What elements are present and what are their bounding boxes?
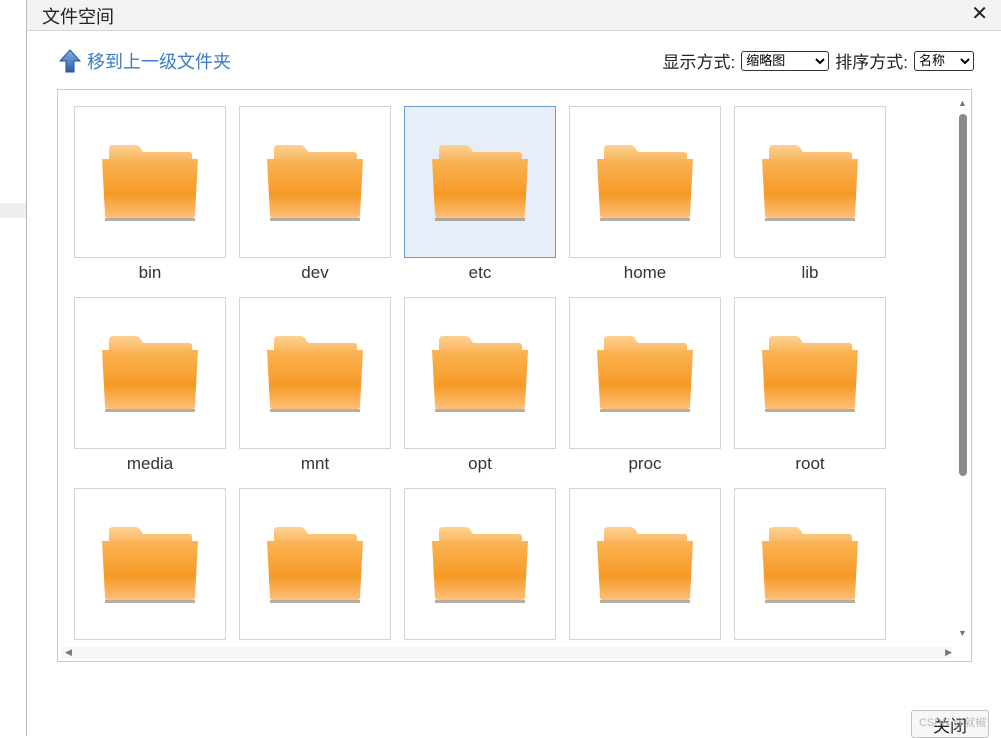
folder-item[interactable]: lib bbox=[734, 106, 886, 283]
folder-icon bbox=[267, 336, 363, 412]
folder-item[interactable]: media bbox=[74, 297, 226, 474]
folder-thumbnail[interactable] bbox=[74, 297, 226, 449]
folder-item[interactable]: etc bbox=[404, 106, 556, 283]
folder-item[interactable]: mnt bbox=[239, 297, 391, 474]
scroll-left-icon[interactable]: ◀ bbox=[65, 647, 72, 658]
up-folder-link[interactable]: 移到上一级文件夹 bbox=[59, 48, 231, 74]
folder-icon bbox=[597, 145, 693, 221]
folder-icon bbox=[432, 527, 528, 603]
view-mode-select[interactable]: 缩略图 bbox=[741, 50, 830, 71]
folder-item[interactable]: dev bbox=[239, 106, 391, 283]
folder-item[interactable]: home bbox=[569, 106, 721, 283]
folder-name: proc bbox=[628, 454, 662, 473]
folder-thumbnail[interactable] bbox=[569, 106, 721, 258]
folder-item[interactable] bbox=[404, 488, 556, 640]
folder-item[interactable] bbox=[74, 488, 226, 640]
scroll-up-icon[interactable]: ▲ bbox=[958, 98, 967, 108]
folder-name: home bbox=[623, 263, 667, 282]
folder-thumbnail[interactable] bbox=[239, 297, 391, 449]
folder-item[interactable]: proc bbox=[569, 297, 721, 474]
folder-item[interactable]: root bbox=[734, 297, 886, 474]
vertical-scrollbar[interactable]: ▲ ▼ bbox=[957, 98, 969, 638]
dialog-title: 文件空间 bbox=[42, 7, 114, 27]
folder-icon bbox=[762, 145, 858, 221]
folder-icon bbox=[102, 145, 198, 221]
folder-thumbnail[interactable] bbox=[569, 488, 721, 640]
folder-name: opt bbox=[468, 454, 492, 473]
folder-thumbnail[interactable] bbox=[74, 106, 226, 258]
folder-icon bbox=[267, 145, 363, 221]
folder-name: dev bbox=[301, 263, 329, 282]
folder-thumbnail[interactable] bbox=[404, 297, 556, 449]
folder-item[interactable] bbox=[569, 488, 721, 640]
view-options: 显示方式: 缩略图 排序方式: 名称 bbox=[663, 48, 974, 73]
file-space-dialog: 文件空间 ✕ 移到上一级文件夹 显示方式: 缩略图 排序方式: 名称 bin d… bbox=[26, 0, 1001, 738]
folder-icon bbox=[102, 527, 198, 603]
folder-thumbnail[interactable] bbox=[74, 488, 226, 640]
folder-thumbnail[interactable] bbox=[239, 106, 391, 258]
folder-thumbnail[interactable] bbox=[569, 297, 721, 449]
dialog-titlebar: 文件空间 ✕ bbox=[27, 0, 1001, 31]
folder-icon bbox=[597, 336, 693, 412]
folder-icon bbox=[762, 336, 858, 412]
folder-icon bbox=[762, 527, 858, 603]
folder-thumbnail[interactable] bbox=[734, 106, 886, 258]
file-list-panel: bin dev etc home lib media mnt opt proc … bbox=[57, 89, 972, 662]
folder-icon bbox=[267, 527, 363, 603]
background-row bbox=[0, 203, 26, 218]
scroll-right-icon[interactable]: ▶ bbox=[945, 647, 952, 658]
close-icon[interactable]: ✕ bbox=[971, 4, 988, 24]
folder-item[interactable] bbox=[239, 488, 391, 640]
folder-icon bbox=[432, 336, 528, 412]
view-mode-label: 显示方式: bbox=[662, 53, 736, 72]
watermark: CSDN @就椒 bbox=[919, 717, 987, 729]
folder-item[interactable] bbox=[734, 488, 886, 640]
folder-item[interactable]: opt bbox=[404, 297, 556, 474]
up-folder-label: 移到上一级文件夹 bbox=[87, 52, 231, 72]
scrollbar-thumb[interactable] bbox=[959, 114, 967, 476]
sort-mode-label: 排序方式: bbox=[835, 53, 908, 72]
folder-thumbnail[interactable] bbox=[734, 488, 886, 640]
folder-thumbnail[interactable] bbox=[734, 297, 886, 449]
horizontal-scrollbar[interactable]: ◀ ▶ bbox=[62, 647, 952, 659]
background-page bbox=[0, 0, 27, 736]
folder-thumbnail[interactable] bbox=[239, 488, 391, 640]
folder-icon bbox=[597, 527, 693, 603]
up-arrow-icon bbox=[59, 49, 81, 73]
folder-icon bbox=[432, 145, 528, 221]
folder-name: media bbox=[126, 454, 174, 473]
folder-name: root bbox=[795, 454, 825, 473]
folder-name: etc bbox=[468, 263, 492, 282]
sort-mode-select[interactable]: 名称 bbox=[914, 50, 974, 71]
folder-thumbnail[interactable] bbox=[404, 106, 556, 258]
folder-icon bbox=[102, 336, 198, 412]
scroll-down-icon[interactable]: ▼ bbox=[958, 628, 967, 638]
folder-name: bin bbox=[138, 263, 162, 282]
folder-name: lib bbox=[801, 263, 819, 282]
folder-thumbnail[interactable] bbox=[404, 488, 556, 640]
folder-item[interactable]: bin bbox=[74, 106, 226, 283]
folder-name: mnt bbox=[300, 454, 330, 473]
